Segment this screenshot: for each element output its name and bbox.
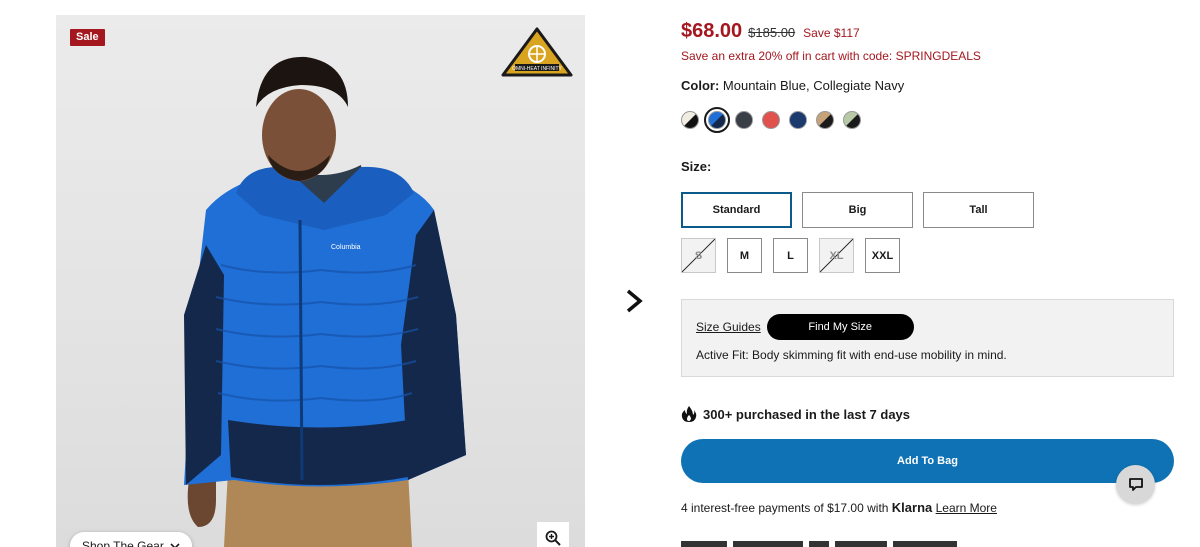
size-option-button[interactable]: XL: [819, 238, 854, 273]
product-details: $68.00 $185.00 Save $117 Save an extra 2…: [681, 20, 1174, 515]
zoom-button[interactable]: [536, 521, 570, 547]
product-image-gallery: Columbia Sale OMNI-HEAT INFINITY Shop Th…: [56, 15, 585, 547]
swatch-secondary-color: [763, 112, 779, 128]
fit-options: Standard Big Tall: [681, 192, 1174, 228]
find-my-size-button[interactable]: Find My Size: [766, 314, 914, 340]
color-swatch[interactable]: [681, 111, 699, 129]
swatch-secondary-color: [844, 112, 860, 128]
fit-option-button[interactable]: Big: [802, 192, 913, 228]
shop-the-gear-label: Shop The Gear: [82, 539, 164, 547]
color-swatch[interactable]: [816, 111, 834, 129]
chat-bubble-icon: [1128, 478, 1143, 491]
flame-icon: [681, 406, 697, 422]
svg-text:Columbia: Columbia: [331, 244, 361, 251]
color-swatch[interactable]: [735, 111, 753, 129]
fit-note: Active Fit: Body skimming fit with end-u…: [696, 348, 1007, 362]
fit-option-button[interactable]: Tall: [923, 192, 1034, 228]
tech-badge-text: OMNI-HEAT INFINITY: [512, 66, 562, 72]
product-photo: Columbia: [184, 56, 466, 547]
savings-text: Save $117: [803, 26, 860, 40]
add-to-bag-button[interactable]: Add To Bag: [681, 439, 1174, 483]
current-price: $68.00: [681, 20, 743, 42]
size-option-button[interactable]: M: [727, 238, 762, 273]
financing-text: 4 interest-free payments of $17.00 with: [681, 501, 889, 515]
sale-badge: Sale: [70, 29, 105, 46]
size-label: Size:: [681, 159, 712, 174]
price-row: $68.00 $185.00 Save $117: [681, 20, 1174, 48]
next-image-arrow[interactable]: [620, 285, 648, 317]
swatch-secondary-color: [736, 112, 752, 128]
color-label: Color:: [681, 78, 720, 93]
klarna-logo: Klarna: [891, 500, 933, 515]
fit-info-panel: Size Guides Find My Size Active Fit: Bod…: [681, 299, 1174, 377]
color-swatch[interactable]: [789, 111, 807, 129]
fit-option-button[interactable]: Standard: [681, 192, 792, 228]
color-selection-label: Color: Mountain Blue, Collegiate Navy: [681, 78, 1174, 94]
color-value: Mountain Blue, Collegiate Navy: [722, 78, 905, 93]
color-swatch[interactable]: [704, 107, 730, 133]
size-options: S M L XL XXL: [681, 238, 1174, 273]
purchase-count-text: 300+ purchased in the last 7 days: [703, 406, 911, 422]
swatch-secondary-color: [817, 112, 833, 128]
learn-more-link[interactable]: Learn More: [936, 501, 997, 515]
chevron-down-icon: [170, 543, 180, 547]
swatch-secondary-color: [709, 112, 725, 128]
swatch-secondary-color: [682, 112, 698, 128]
purchase-count: 300+ purchased in the last 7 days: [681, 405, 1174, 423]
color-swatches: [681, 107, 1174, 133]
size-option-button[interactable]: XXL: [865, 238, 900, 273]
magnifier-plus-icon: [545, 530, 561, 546]
partially-visible-row: [681, 541, 981, 547]
color-swatch[interactable]: [762, 111, 780, 129]
swatch-secondary-color: [790, 112, 806, 128]
color-swatch[interactable]: [843, 111, 861, 129]
omni-heat-infinity-badge: OMNI-HEAT INFINITY: [501, 27, 573, 77]
size-guides-link[interactable]: Size Guides: [696, 320, 761, 334]
size-option-button[interactable]: S: [681, 238, 716, 273]
size-option-button[interactable]: L: [773, 238, 808, 273]
original-price: $185.00: [748, 25, 796, 40]
chat-button[interactable]: [1116, 465, 1155, 504]
promo-code-text: Save an extra 20% off in cart with code:…: [681, 49, 981, 63]
financing-row: 4 interest-free payments of $17.00 with …: [681, 500, 1174, 515]
shop-the-gear-button[interactable]: Shop The Gear: [70, 532, 192, 547]
